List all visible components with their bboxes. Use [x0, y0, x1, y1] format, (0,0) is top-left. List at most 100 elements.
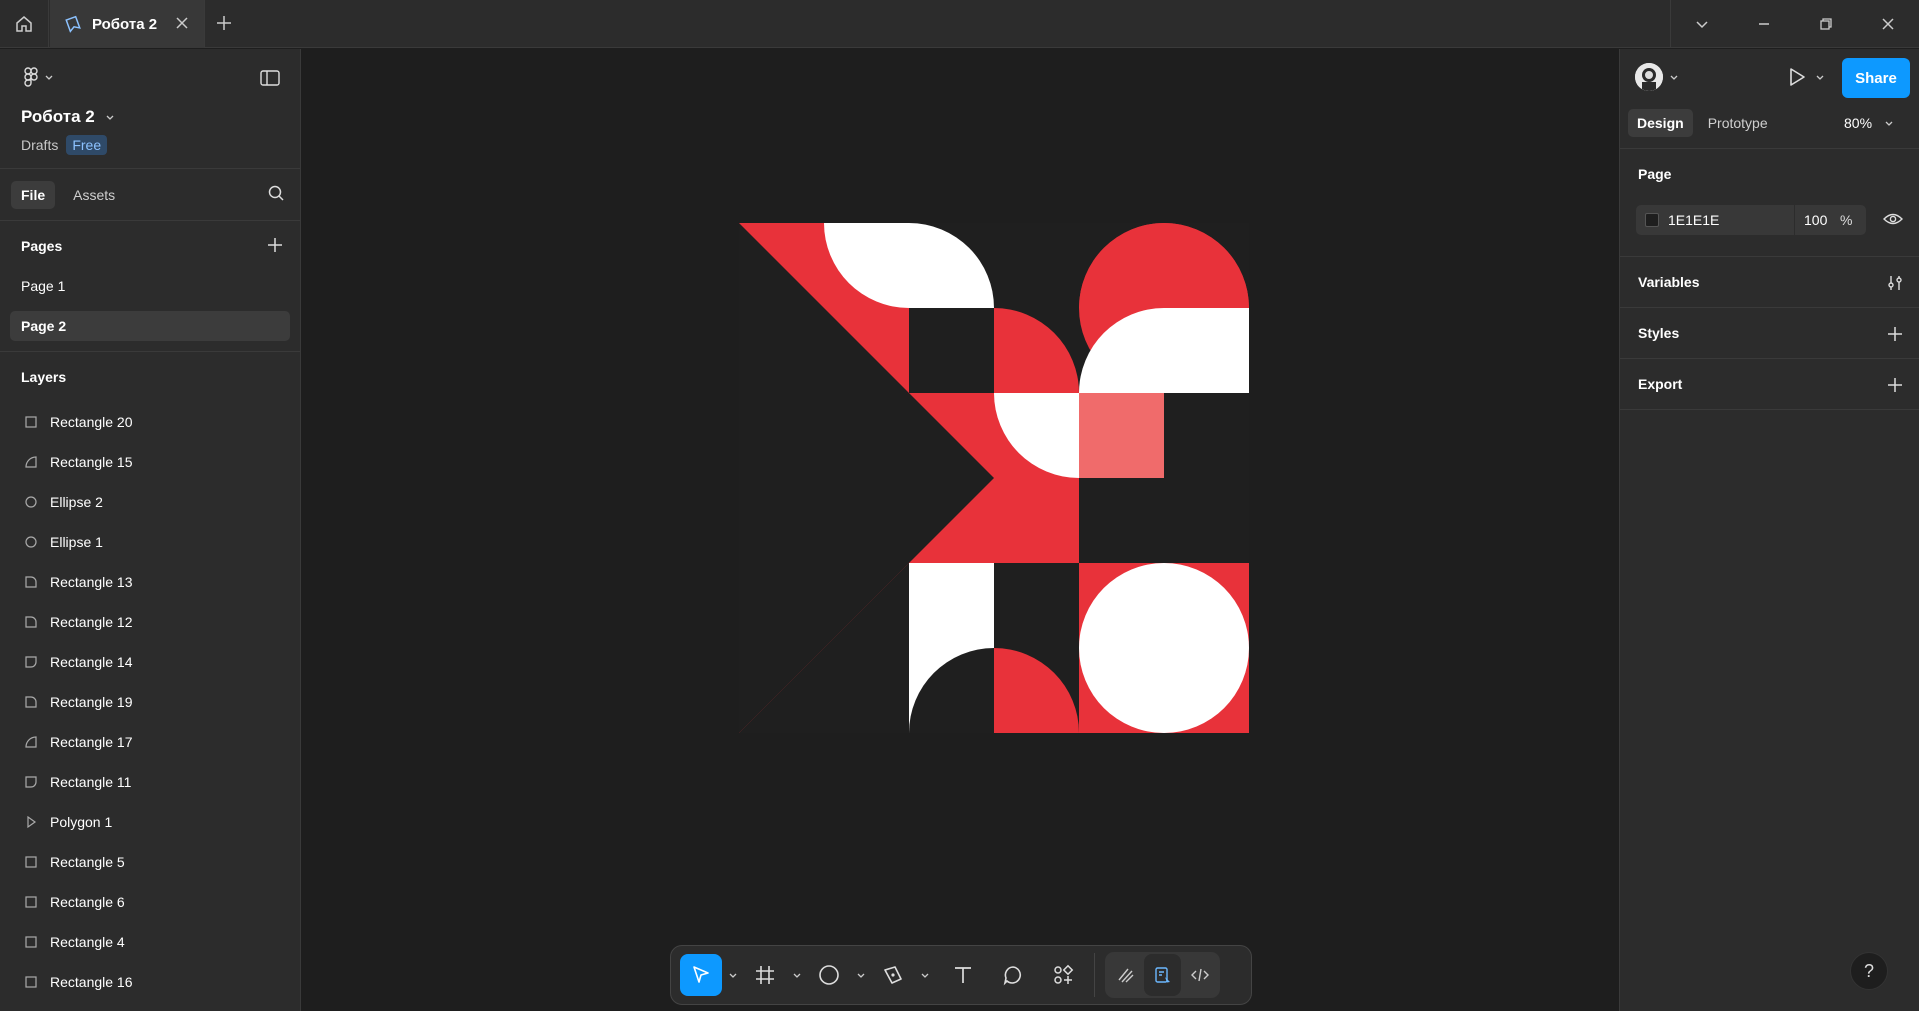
opacity-unit: %: [1840, 212, 1853, 228]
dev-mode-button[interactable]: [1181, 954, 1218, 996]
pen-tool-button[interactable]: [872, 954, 914, 996]
layer-item[interactable]: Rectangle 12: [0, 602, 300, 642]
layer-item[interactable]: Rectangle 14: [0, 642, 300, 682]
chevron-down-icon: [45, 75, 53, 80]
layer-item[interactable]: Rectangle 5: [0, 842, 300, 882]
file-tab[interactable]: Робота 2: [50, 0, 205, 48]
frame-tool-dropdown[interactable]: [786, 954, 808, 996]
help-button[interactable]: ?: [1850, 952, 1888, 990]
layer-item[interactable]: Rectangle 15: [0, 442, 300, 482]
user-menu[interactable]: [1635, 63, 1679, 91]
rect-layer-icon: [24, 855, 38, 869]
variables-settings-icon[interactable]: [1886, 274, 1904, 295]
design-mode-button[interactable]: [1144, 954, 1181, 996]
chevron-down-icon: [1670, 75, 1678, 80]
present-button[interactable]: [1787, 66, 1825, 88]
layer-label: Rectangle 6: [50, 894, 125, 910]
layer-item[interactable]: Polygon 1: [0, 802, 300, 842]
add-style-icon[interactable]: [1886, 325, 1904, 346]
pen-tool-dropdown[interactable]: [914, 954, 936, 996]
page-section: Page 1E1E1E 100 %: [1620, 149, 1919, 257]
zoom-dropdown[interactable]: 80%: [1844, 115, 1894, 131]
pages-header: Pages: [0, 221, 300, 271]
search-icon[interactable]: [267, 184, 285, 207]
pen-icon: [884, 966, 902, 984]
right-panel-header: Share Design Prototype 80%: [1620, 49, 1919, 149]
fill-swatch[interactable]: [1645, 213, 1659, 227]
add-page-icon[interactable]: [266, 236, 284, 257]
layer-item[interactable]: Ellipse 1: [0, 522, 300, 562]
styles-title: Styles: [1638, 325, 1680, 341]
rectangle-4[interactable]: [1079, 393, 1164, 478]
draw-mode-button[interactable]: [1107, 954, 1144, 996]
layer-item[interactable]: Rectangle 11: [0, 762, 300, 802]
artwork-frame[interactable]: [739, 223, 1249, 733]
chevron-down-icon: [1696, 21, 1708, 29]
tab-prototype[interactable]: Prototype: [1699, 109, 1777, 137]
rect-layer-icon: [24, 935, 38, 949]
home-button[interactable]: [0, 0, 49, 48]
home-icon: [16, 16, 32, 32]
rectangle-16[interactable]: [994, 563, 1079, 648]
share-button[interactable]: Share: [1842, 58, 1910, 98]
close-icon: [1882, 18, 1894, 30]
shape-tool-dropdown[interactable]: [850, 954, 872, 996]
plan-badge: Free: [66, 135, 108, 155]
canvas[interactable]: [302, 49, 1622, 1011]
fill-hex-input[interactable]: 1E1E1E: [1668, 212, 1794, 228]
restore-icon: [1820, 18, 1832, 30]
rectangle-5[interactable]: [909, 308, 994, 393]
layer-label: Ellipse 2: [50, 494, 103, 510]
main-menu-button[interactable]: [22, 67, 54, 87]
location-label[interactable]: Drafts: [21, 137, 58, 153]
new-tab-icon[interactable]: [214, 13, 234, 38]
layer-item[interactable]: Rectangle 16: [0, 962, 300, 1002]
triangle-layer-icon: [24, 815, 38, 829]
file-header: Робота 2 Drafts Free: [0, 49, 300, 169]
layers-section: Layers Rectangle 20 Rectangle 15 Ellipse 2…: [0, 351, 300, 1002]
fill-opacity-input[interactable]: 100: [1804, 212, 1840, 228]
layer-label: Rectangle 13: [50, 574, 133, 590]
restore-button[interactable]: [1795, 0, 1857, 48]
corner-shape-layer-icon: [24, 575, 38, 589]
frame-tool-button[interactable]: [744, 954, 786, 996]
layer-item[interactable]: Ellipse 2: [0, 482, 300, 522]
draft-file-icon: [65, 15, 81, 33]
layer-label: Rectangle 16: [50, 974, 133, 990]
close-tab-icon[interactable]: [174, 15, 190, 36]
tab-file[interactable]: File: [11, 180, 56, 209]
styles-section: Styles: [1620, 308, 1919, 359]
corner-shape-layer-icon: [24, 615, 38, 629]
layer-item[interactable]: Rectangle 17: [0, 722, 300, 762]
text-tool-button[interactable]: [942, 954, 984, 996]
variables-section: Variables: [1620, 257, 1919, 308]
page-item-1[interactable]: Page 1: [10, 271, 290, 301]
page-item-2[interactable]: Page 2: [10, 311, 290, 341]
move-tool-button[interactable]: [680, 954, 722, 996]
layer-item[interactable]: Rectangle 4: [0, 922, 300, 962]
layer-item[interactable]: Rectangle 20: [0, 402, 300, 442]
panel-toggle-icon[interactable]: [259, 69, 281, 92]
left-panel: Робота 2 Drafts Free File Assets Pages P…: [0, 49, 301, 1011]
close-window-button[interactable]: [1857, 0, 1919, 48]
frame-icon: [756, 966, 774, 984]
ellipse-layer-icon: [24, 535, 38, 549]
rect-layer-icon: [24, 895, 38, 909]
zoom-level: 80%: [1844, 115, 1873, 131]
actions-tool-button[interactable]: [1042, 954, 1084, 996]
layer-item[interactable]: Rectangle 6: [0, 882, 300, 922]
layer-item[interactable]: Rectangle 19: [0, 682, 300, 722]
tab-assets[interactable]: Assets: [63, 181, 125, 209]
tabs-dropdown-button[interactable]: [1671, 0, 1733, 48]
eye-icon[interactable]: [1883, 211, 1903, 232]
white-circle[interactable]: [1079, 563, 1249, 733]
layer-item[interactable]: Rectangle 13: [0, 562, 300, 602]
minimize-button[interactable]: [1733, 0, 1795, 48]
tab-design[interactable]: Design: [1628, 109, 1693, 137]
file-name-button[interactable]: Робота 2: [21, 107, 115, 127]
comment-tool-button[interactable]: [992, 954, 1034, 996]
ellipse-tool-icon: [819, 965, 839, 985]
move-tool-dropdown[interactable]: [722, 954, 744, 996]
add-export-icon[interactable]: [1886, 376, 1904, 397]
shape-tool-button[interactable]: [808, 954, 850, 996]
